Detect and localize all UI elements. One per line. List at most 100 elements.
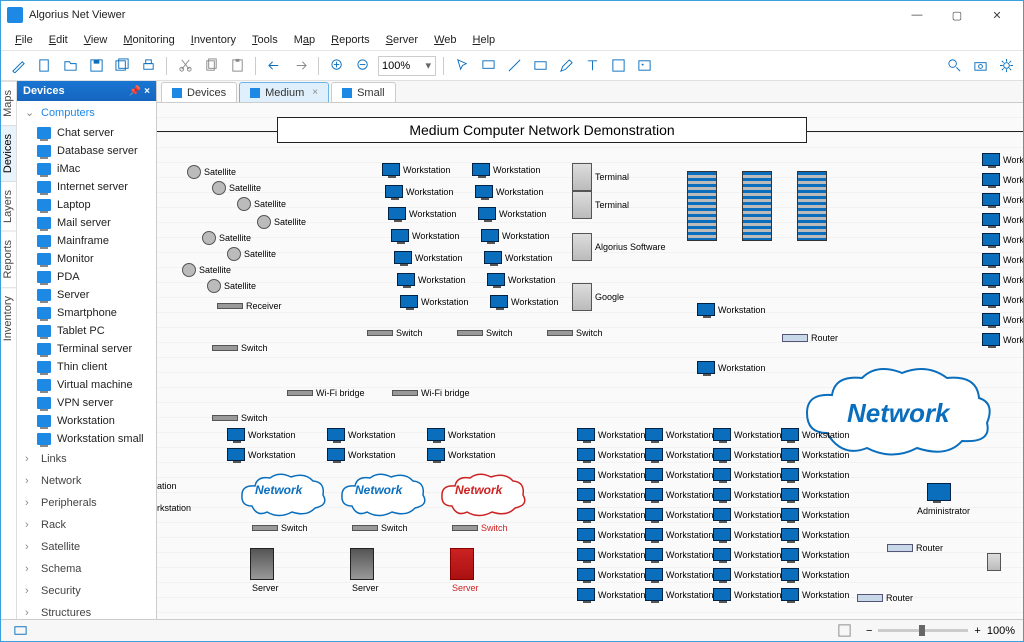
zoom-slider[interactable] (878, 629, 968, 632)
sidebar-item[interactable]: Internet server (17, 178, 156, 196)
menu-map[interactable]: Map (288, 32, 321, 48)
camera-icon[interactable] (969, 55, 991, 77)
sidebar-item[interactable]: Terminal server (17, 340, 156, 358)
sidebar-item[interactable]: Tablet PC (17, 322, 156, 340)
workstation-node[interactable]: Workstation (577, 568, 645, 581)
switch-node[interactable]: Switch (352, 523, 408, 533)
satellite-node[interactable]: Satellite (257, 215, 306, 229)
redo-icon[interactable] (289, 55, 311, 77)
sidebar-group[interactable]: ›Network (17, 470, 156, 492)
workstation-node[interactable]: Workstation (388, 207, 456, 220)
workstation-node[interactable]: Works (982, 153, 1023, 166)
search-icon[interactable] (943, 55, 965, 77)
line-icon[interactable] (503, 55, 525, 77)
shape-icon[interactable] (607, 55, 629, 77)
switch-node[interactable]: Switch (252, 523, 308, 533)
sidebar-group[interactable]: ›Security (17, 580, 156, 602)
workstation-node[interactable]: Works (982, 213, 1023, 226)
sidebar-item[interactable]: Mail server (17, 214, 156, 232)
workstation-node[interactable]: Workstation (577, 528, 645, 541)
gear-icon[interactable] (995, 55, 1017, 77)
switch-node[interactable]: Switch (367, 328, 423, 338)
sidebar-item[interactable]: Workstation small (17, 430, 156, 448)
workstation-node[interactable]: Workstation (382, 163, 450, 176)
sidebar-group-computers[interactable]: ⌄Computers (17, 101, 156, 124)
sidebar-item[interactable]: iMac (17, 160, 156, 178)
server-node[interactable]: Google (572, 283, 624, 311)
sidebar-item[interactable]: Virtual machine (17, 376, 156, 394)
menu-edit[interactable]: Edit (43, 32, 74, 48)
sidebar-group[interactable]: ›Peripherals (17, 492, 156, 514)
workstation-node[interactable]: Workstation (697, 361, 765, 374)
workstation-node[interactable]: Workstation (577, 468, 645, 481)
workstation-node[interactable]: Workstation (713, 428, 781, 441)
menu-monitoring[interactable]: Monitoring (117, 32, 180, 48)
workstation-node[interactable]: Workstation (427, 428, 495, 441)
satellite-node[interactable]: Satellite (207, 279, 256, 293)
save-all-icon[interactable] (111, 55, 133, 77)
satellite-node[interactable]: Satellite (202, 231, 251, 245)
workstation-node[interactable]: rkstation (157, 503, 191, 513)
server-node[interactable]: Terminal (572, 163, 629, 191)
menu-server[interactable]: Server (380, 32, 424, 48)
workstation-node[interactable]: Workstation (400, 295, 468, 308)
satellite-node[interactable]: Satellite (227, 247, 276, 261)
sidebar-item[interactable]: Mainframe (17, 232, 156, 250)
admin-node[interactable] (927, 483, 951, 501)
workstation-node[interactable]: Workstation (397, 273, 465, 286)
rack-node[interactable] (687, 171, 717, 241)
workstation-node[interactable]: Workstation (577, 588, 645, 601)
menu-web[interactable]: Web (428, 32, 462, 48)
switch-node[interactable]: Switch (212, 413, 268, 423)
sidebar-item[interactable]: VPN server (17, 394, 156, 412)
map-canvas[interactable]: Medium Computer Network DemonstrationSat… (157, 103, 1023, 619)
sidebar-item[interactable]: Workstation (17, 412, 156, 430)
workstation-node[interactable]: Workstation (781, 468, 849, 481)
tab-medium[interactable]: Medium× (239, 82, 329, 102)
workstation-node[interactable]: Workstation (781, 428, 849, 441)
workstation-node[interactable]: Workstation (781, 488, 849, 501)
workstation-node[interactable]: Workstation (781, 548, 849, 561)
status-icon[interactable] (9, 620, 31, 642)
switch-node[interactable]: Switch (452, 523, 508, 533)
rack-node[interactable] (797, 171, 827, 241)
workstation-node[interactable]: Workstation (713, 468, 781, 481)
router-node[interactable]: Router (782, 333, 838, 343)
network-cloud-label[interactable]: Network (255, 483, 302, 497)
vtab-layers[interactable]: Layers (1, 181, 16, 231)
network-cloud-label[interactable]: Network (847, 398, 950, 429)
workstation-node[interactable]: Workstation (781, 568, 849, 581)
workstation-node[interactable]: Workstation (713, 568, 781, 581)
wand-icon[interactable] (7, 55, 29, 77)
undo-icon[interactable] (263, 55, 285, 77)
workstation-node[interactable]: Workstation (472, 163, 540, 176)
menu-inventory[interactable]: Inventory (185, 32, 242, 48)
rect-icon[interactable] (529, 55, 551, 77)
router-node[interactable]: Router (857, 593, 913, 603)
switch-node[interactable]: Switch (547, 328, 603, 338)
new-file-icon[interactable] (33, 55, 55, 77)
workstation-node[interactable]: Workstation (781, 588, 849, 601)
workstation-node[interactable]: Works (982, 253, 1023, 266)
maximize-button[interactable]: ▢ (937, 1, 977, 29)
server-node[interactable]: Terminal (572, 191, 629, 219)
workstation-node[interactable]: Workstation (713, 588, 781, 601)
sidebar-item[interactable]: Chat server (17, 124, 156, 142)
pointer-icon[interactable] (451, 55, 473, 77)
zoom-out-icon[interactable] (352, 55, 374, 77)
workstation-node[interactable]: Workstation (645, 508, 713, 521)
zoom-plus[interactable]: + (974, 625, 980, 637)
network-cloud-label[interactable]: Network (455, 483, 502, 497)
sidebar-item[interactable]: Smartphone (17, 304, 156, 322)
pin-icon[interactable]: 📌 × (129, 86, 150, 97)
zoom-in-icon[interactable] (326, 55, 348, 77)
workstation-node[interactable]: Workstation (645, 428, 713, 441)
satellite-node[interactable]: Satellite (212, 181, 261, 195)
workstation-node[interactable]: Workstation (427, 448, 495, 461)
minimize-button[interactable]: — (897, 1, 937, 29)
workstation-node[interactable]: Workstation (577, 508, 645, 521)
workstation-node[interactable]: Workstation (645, 528, 713, 541)
satellite-node[interactable]: Satellite (237, 197, 286, 211)
sidebar-group[interactable]: ›Schema (17, 558, 156, 580)
workstation-node[interactable]: Workstation (713, 448, 781, 461)
